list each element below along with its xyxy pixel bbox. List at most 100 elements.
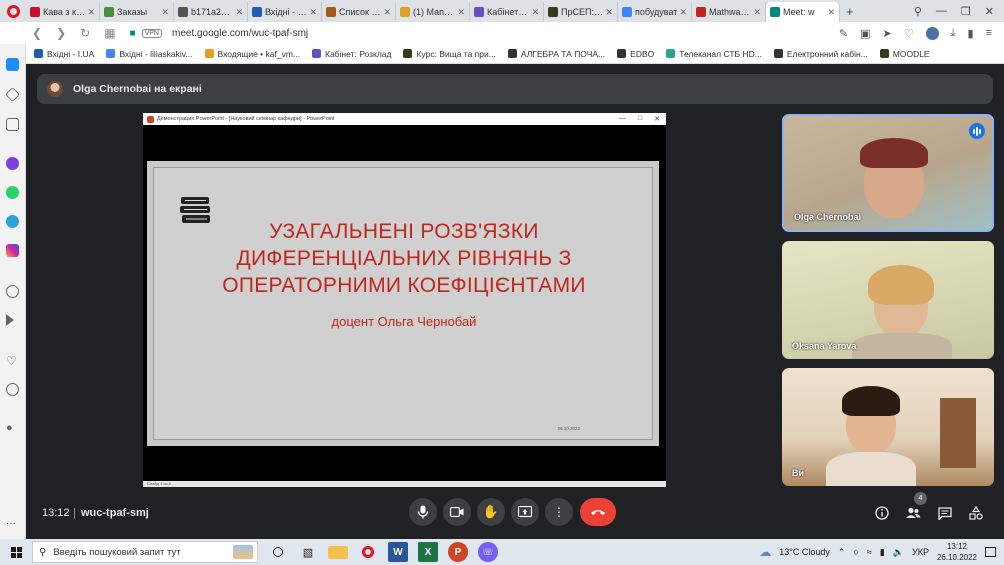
browser-tab[interactable]: Список зан ✕ <box>322 2 396 22</box>
browser-tab[interactable]: ПрСЕП: Уча✕ <box>544 2 618 22</box>
tab-label: Кава з кар <box>43 7 86 17</box>
browser-tab[interactable]: Кабінет: Ро ✕ <box>470 2 544 22</box>
excel-icon[interactable]: X <box>418 542 438 562</box>
favorites-heart-icon[interactable]: ♡ <box>6 354 19 368</box>
task-view-icon[interactable]: ▧ <box>298 542 318 562</box>
file-explorer-icon[interactable] <box>328 545 348 559</box>
browser-tab[interactable]: побудуват ✕ <box>618 2 692 22</box>
send-flow-icon[interactable] <box>6 314 14 326</box>
messenger-icon[interactable] <box>6 157 19 170</box>
shared-screen[interactable]: Демонстрация PowerPoint - [Науковий семі… <box>143 113 666 487</box>
reload-icon[interactable]: ↻ <box>80 26 90 40</box>
bookmark-item[interactable]: Входящие • kaf_vm... <box>204 49 300 59</box>
maximize-icon[interactable]: ❐ <box>961 5 971 18</box>
close-window-icon[interactable]: ✕ <box>985 5 994 18</box>
download-icon[interactable]: ⤓ <box>951 27 956 40</box>
people-button[interactable] <box>903 503 923 523</box>
profile-avatar[interactable] <box>925 26 939 40</box>
participant-tile[interactable]: Ви <box>782 368 994 486</box>
search-tabs-icon[interactable]: ⚲ <box>914 5 922 18</box>
back-icon[interactable]: ❮ <box>32 26 42 40</box>
activities-button[interactable] <box>966 503 986 523</box>
forward-icon[interactable]: ❯ <box>56 26 66 40</box>
tab-close-icon[interactable]: ✕ <box>235 7 243 18</box>
tab-close-icon[interactable]: ✕ <box>605 7 613 18</box>
chat-button[interactable] <box>935 503 955 523</box>
notifications-icon[interactable] <box>985 547 996 557</box>
powerpoint-taskbar-icon[interactable]: P <box>448 542 468 562</box>
battery-icon[interactable]: ▮ <box>968 27 974 40</box>
tab-close-icon[interactable]: ✕ <box>531 7 539 18</box>
bookmark-item[interactable]: EDBO <box>617 49 654 59</box>
heart-icon[interactable]: ♡ <box>904 27 914 40</box>
language-indicator[interactable]: УКР <box>912 547 929 557</box>
sidebar-more-icon[interactable]: ··· <box>6 518 19 531</box>
easy-setup-icon[interactable]: ≡ <box>986 27 992 39</box>
minimize-icon[interactable]: — <box>936 5 947 17</box>
taskbar-clock[interactable]: 13:12 26.10.2022 <box>937 541 977 563</box>
browser-tab[interactable]: Кава з кар ✕ <box>26 2 100 22</box>
meeting-info-button[interactable] <box>872 503 892 523</box>
microphone-button[interactable] <box>409 498 437 526</box>
browser-tab[interactable]: b171a2b0d ✕ <box>174 2 248 22</box>
tab-close-icon[interactable]: ✕ <box>309 7 317 18</box>
send-icon[interactable]: ➤ <box>883 27 892 40</box>
participant-tile[interactable]: Oksana Yarova <box>782 241 994 359</box>
leave-call-button[interactable] <box>580 498 616 526</box>
network-icon[interactable]: ○ <box>853 547 858 557</box>
bookmark-item[interactable]: Вхідні - I.UA <box>34 49 94 59</box>
tabs-grid-icon[interactable]: ▦ <box>104 26 115 40</box>
tab-close-icon[interactable]: ✕ <box>827 7 835 18</box>
tab-close-icon[interactable]: ✕ <box>679 7 687 18</box>
wallet-icon[interactable] <box>6 118 19 131</box>
tab-close-icon[interactable]: ✕ <box>457 7 465 18</box>
taskbar-search[interactable]: ⚲ Введіть пошуковий запит тут <box>32 541 258 563</box>
star-icon[interactable] <box>5 87 20 102</box>
battery-tray-icon[interactable]: ▮ <box>880 547 885 558</box>
edit-icon[interactable]: ✎ <box>839 27 848 40</box>
whatsapp-icon[interactable] <box>6 186 19 199</box>
viber-icon[interactable]: ☏ <box>478 542 498 562</box>
weather-text[interactable]: 13°C Cloudy <box>779 547 830 557</box>
present-screen-button[interactable] <box>511 498 539 526</box>
raise-hand-button[interactable]: ✋ <box>477 498 505 526</box>
participant-tile[interactable]: Olga Chernobai <box>782 114 994 232</box>
bookmark-item[interactable]: Кабінет: Розклад <box>312 49 391 59</box>
bookmark-item[interactable]: Телеканал СТБ HD... <box>666 49 762 59</box>
tray-chevron-icon[interactable]: ⌃ <box>838 547 846 558</box>
camera-icon[interactable]: ▣ <box>860 27 870 40</box>
bookmark-item[interactable]: MOODLE <box>879 49 930 59</box>
vpn-badge[interactable]: VPN <box>141 28 162 38</box>
tab-close-icon[interactable]: ✕ <box>753 7 761 18</box>
word-icon[interactable]: W <box>388 542 408 562</box>
url-field[interactable]: meet.google.com/wuc-tpaf-smj <box>172 28 308 39</box>
opera-menu-button[interactable] <box>0 0 26 22</box>
volume-icon[interactable]: 🔈 <box>893 547 904 558</box>
telegram-icon[interactable] <box>6 215 19 228</box>
instagram-icon[interactable] <box>6 244 19 257</box>
home-icon[interactable] <box>6 58 19 71</box>
wifi-icon[interactable]: ≈ <box>867 547 872 557</box>
browser-tab[interactable]: Заказы ✕ <box>100 2 174 22</box>
tips-icon[interactable]: ● <box>6 422 19 435</box>
tab-close-icon[interactable]: ✕ <box>87 7 95 18</box>
windows-start-icon[interactable] <box>11 546 22 558</box>
tab-close-icon[interactable]: ✕ <box>383 7 391 18</box>
browser-tab[interactable]: (1) Мапа тр✕ <box>396 2 470 22</box>
browser-tab[interactable]: Meet: w ✕ <box>766 2 840 22</box>
tab-close-icon[interactable]: ✕ <box>161 7 169 18</box>
browser-tab[interactable]: Вхідні - I.UA✕ <box>248 2 322 22</box>
history-icon[interactable] <box>6 383 19 396</box>
bookmark-item[interactable]: АЛГЕБРА ТА ПОЧА... <box>507 49 605 59</box>
player-icon[interactable] <box>6 285 19 298</box>
tab-strip: Кава з кар✕Заказы✕b171a2b0d✕Вхідні - I.U… <box>26 0 840 22</box>
cortana-icon[interactable] <box>268 542 288 562</box>
camera-button[interactable] <box>443 498 471 526</box>
new-tab-button[interactable]: + <box>846 4 854 19</box>
bookmark-item[interactable]: Електронний кабін... <box>773 49 868 59</box>
bookmark-item[interactable]: Вхідні - liliaskakiv... <box>106 49 193 59</box>
bookmark-item[interactable]: Курс: Вища та при... <box>403 49 496 59</box>
browser-tab[interactable]: Mathway | С✕ <box>692 2 766 22</box>
opera-taskbar-icon[interactable] <box>358 542 378 562</box>
more-options-button[interactable]: ⋮ <box>545 498 573 526</box>
